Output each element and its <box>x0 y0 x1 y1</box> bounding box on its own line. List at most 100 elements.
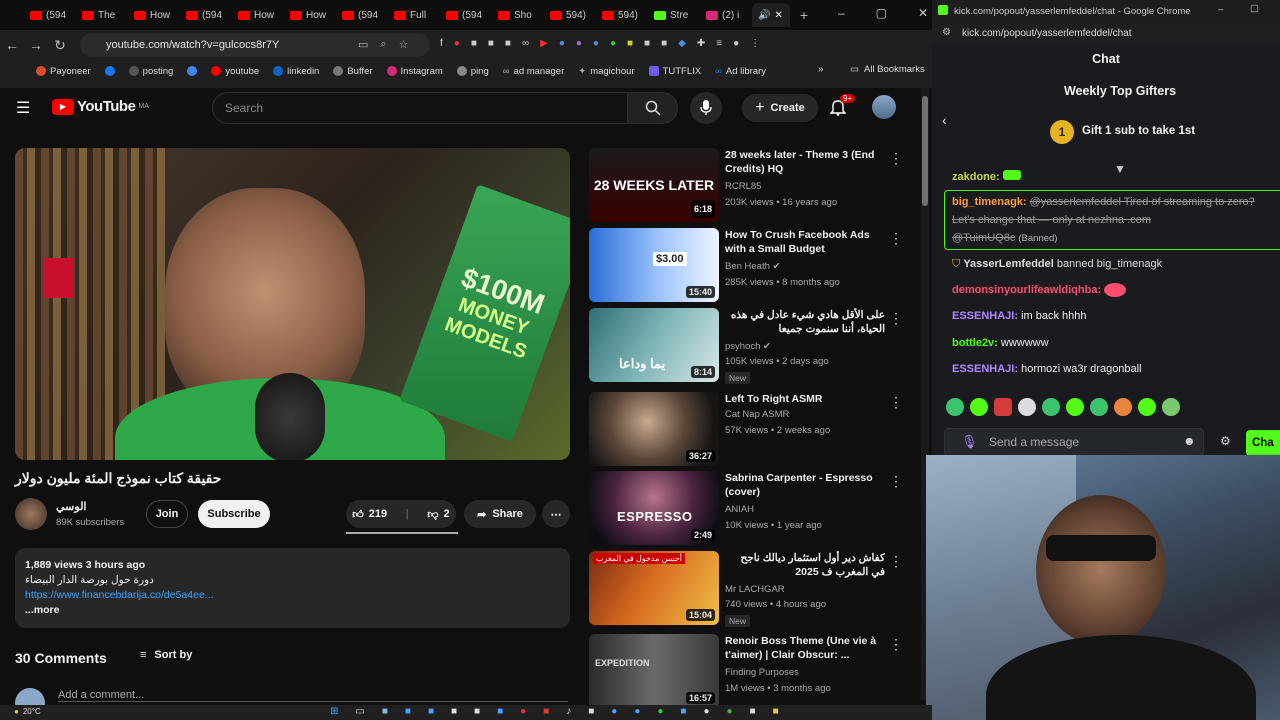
all-bookmarks-button[interactable]: ▭ All Bookmarks <box>850 64 925 75</box>
extension-icon[interactable]: ■ <box>627 38 633 49</box>
voice-search-button[interactable] <box>690 92 722 124</box>
extension-icon[interactable]: ● <box>559 38 565 49</box>
chrome-menu-icon[interactable]: ⋮ <box>750 38 760 49</box>
app-icon[interactable]: ● <box>657 706 663 717</box>
create-button[interactable]: + Create <box>742 94 818 122</box>
description-box[interactable]: 1,889 views 3 hours ago دورة حول بورصة ا… <box>15 548 570 628</box>
app-icon[interactable]: ■ <box>428 706 434 717</box>
recommendation-item[interactable]: أحسن مدخول في المغرب 15:04 كفاش دير أول ا… <box>589 551 909 627</box>
chat-settings-icon[interactable]: ⚙ <box>1220 434 1231 448</box>
emote-icon[interactable] <box>1042 398 1060 416</box>
more-vertical-icon[interactable]: ⋮ <box>889 394 903 411</box>
browser-tab[interactable]: 594) <box>544 3 594 27</box>
video-player[interactable]: $100M MONEY MODELS <box>15 148 570 460</box>
bookmark-ad-manager[interactable]: ∞ ad manager <box>503 66 564 77</box>
extension-icon[interactable]: ● <box>454 38 460 49</box>
back-icon[interactable]: ← <box>0 33 24 57</box>
emote-icon[interactable] <box>1066 398 1084 416</box>
recommendation-item[interactable]: يما وداعا 8:14 على الأقل هادي شيء عادل في… <box>589 308 909 384</box>
extension-icon[interactable]: ■ <box>471 38 477 49</box>
more-actions-button[interactable]: ⋯ <box>542 500 570 528</box>
bookmark-posting[interactable]: posting <box>128 66 173 77</box>
browser-tab[interactable]: (594 <box>24 3 74 27</box>
maximize-icon[interactable]: ▢ <box>1250 3 1259 14</box>
search-input[interactable]: Search <box>212 92 628 124</box>
extension-icon[interactable]: ■ <box>505 38 511 49</box>
extensions-puzzle-icon[interactable]: ✚ <box>697 38 705 49</box>
join-button[interactable]: Join <box>146 500 188 528</box>
extension-icon[interactable]: ■ <box>644 38 650 49</box>
reload-icon[interactable]: ↻ <box>48 33 72 57</box>
send-message-input[interactable]: 🎙︎ Send a message ☻ <box>944 428 1204 455</box>
weather-widget[interactable]: ● 20°C <box>14 707 41 716</box>
forward-icon[interactable]: → <box>24 33 48 57</box>
folder-app-icon[interactable]: ■ <box>773 706 779 717</box>
bookmark-instagram[interactable]: Instagram <box>386 66 443 77</box>
emote-icon[interactable] <box>1018 398 1036 416</box>
app-icon[interactable]: ■ <box>497 706 503 717</box>
share-button[interactable]: ➦ Share <box>464 500 536 528</box>
app-icon[interactable]: ♪ <box>566 706 571 717</box>
more-vertical-icon[interactable]: ⋮ <box>889 636 903 653</box>
more-vertical-icon[interactable]: ⋮ <box>889 310 903 327</box>
extension-icon[interactable]: ≡ <box>716 38 722 49</box>
bookmark-youtube[interactable]: youtube <box>211 66 259 77</box>
notifications-button[interactable]: 9+ <box>829 94 856 121</box>
browser-tab[interactable]: (594 <box>336 3 386 27</box>
bookmark-linkedin[interactable]: linkedin <box>273 66 319 77</box>
bookmarks-overflow-icon[interactable]: » <box>818 64 824 75</box>
app-icon[interactable]: ■ <box>451 706 457 717</box>
description-link[interactable]: https://www.financebdarija.co/de5a4ee... <box>25 588 560 603</box>
bookmark-google[interactable] <box>187 66 198 76</box>
bookmark-ping[interactable]: ping <box>456 66 489 77</box>
subscribe-button[interactable]: Subscribe <box>198 500 270 528</box>
browser-tab[interactable]: (594 <box>180 3 230 27</box>
extension-icon[interactable]: f <box>440 38 443 49</box>
account-avatar[interactable] <box>872 95 896 119</box>
scrollbar-thumb[interactable] <box>922 96 928 206</box>
minimize-icon[interactable]: – <box>838 6 845 20</box>
extension-icon[interactable]: ● <box>593 38 599 49</box>
minimize-icon[interactable]: – <box>1218 4 1223 15</box>
browser-tab[interactable]: The <box>76 3 126 27</box>
emote-icon[interactable] <box>1114 398 1132 416</box>
browser-tab[interactable]: Stre <box>648 3 698 27</box>
bookmark-payoneer[interactable]: Payoneer <box>36 66 91 77</box>
app-icon[interactable]: ■ <box>680 706 686 717</box>
sort-by-button[interactable]: ≡ Sort by <box>140 649 192 661</box>
more-vertical-icon[interactable]: ⋮ <box>889 150 903 167</box>
app-icon[interactable]: ■ <box>543 706 549 717</box>
extension-icon[interactable]: ∞ <box>522 38 529 49</box>
browser-tab[interactable]: Sho <box>492 3 542 27</box>
emote-icon[interactable] <box>1162 398 1180 416</box>
extension-icon[interactable]: ▶ <box>540 38 548 49</box>
app-icon[interactable]: ■ <box>474 706 480 717</box>
bookmark-magichour[interactable]: ✦ magichour <box>578 66 634 77</box>
chat-send-button[interactable]: Cha <box>1246 430 1280 455</box>
recommendation-item[interactable]: 36:27 Left To Right ASMR Cat Nap ASMR 57… <box>589 392 909 466</box>
show-more-link[interactable]: ...more <box>25 603 560 618</box>
app-icon[interactable]: ● <box>703 706 709 717</box>
cast-icon[interactable]: ▭ <box>358 38 368 51</box>
app-icon[interactable]: ● <box>611 706 617 717</box>
extension-icon[interactable]: ● <box>576 38 582 49</box>
browser-tab[interactable]: How <box>128 3 178 27</box>
app-icon[interactable]: ■ <box>750 706 756 717</box>
app-icon[interactable]: ● <box>634 706 640 717</box>
recommendation-item[interactable]: ESPRESSO 2:49 Sabrina Carpenter - Espress… <box>589 471 909 545</box>
add-comment-input[interactable]: Add a comment... <box>58 689 568 702</box>
hamburger-menu-icon[interactable]: ☰ <box>16 98 30 118</box>
site-settings-icon[interactable]: ⚙ <box>942 27 951 38</box>
emote-icon[interactable] <box>1090 398 1108 416</box>
browser-tab[interactable]: How <box>284 3 334 27</box>
extension-icon[interactable]: ● <box>610 38 616 49</box>
windows-start-icon[interactable]: ⊞ <box>330 706 338 717</box>
bookmark-buffer[interactable]: Buffer <box>333 66 373 77</box>
recommendation-item[interactable]: $3.00 15:40 How To Crush Facebook Ads wit… <box>589 228 909 302</box>
star-icon[interactable]: ☆ <box>399 38 409 51</box>
more-vertical-icon[interactable]: ⋮ <box>889 473 903 490</box>
close-tab-icon[interactable]: ✕ <box>774 10 782 21</box>
youtube-logo[interactable]: ▶ YouTube MA <box>52 98 149 115</box>
emote-icon[interactable] <box>1138 398 1156 416</box>
extension-icon[interactable]: ■ <box>661 38 667 49</box>
